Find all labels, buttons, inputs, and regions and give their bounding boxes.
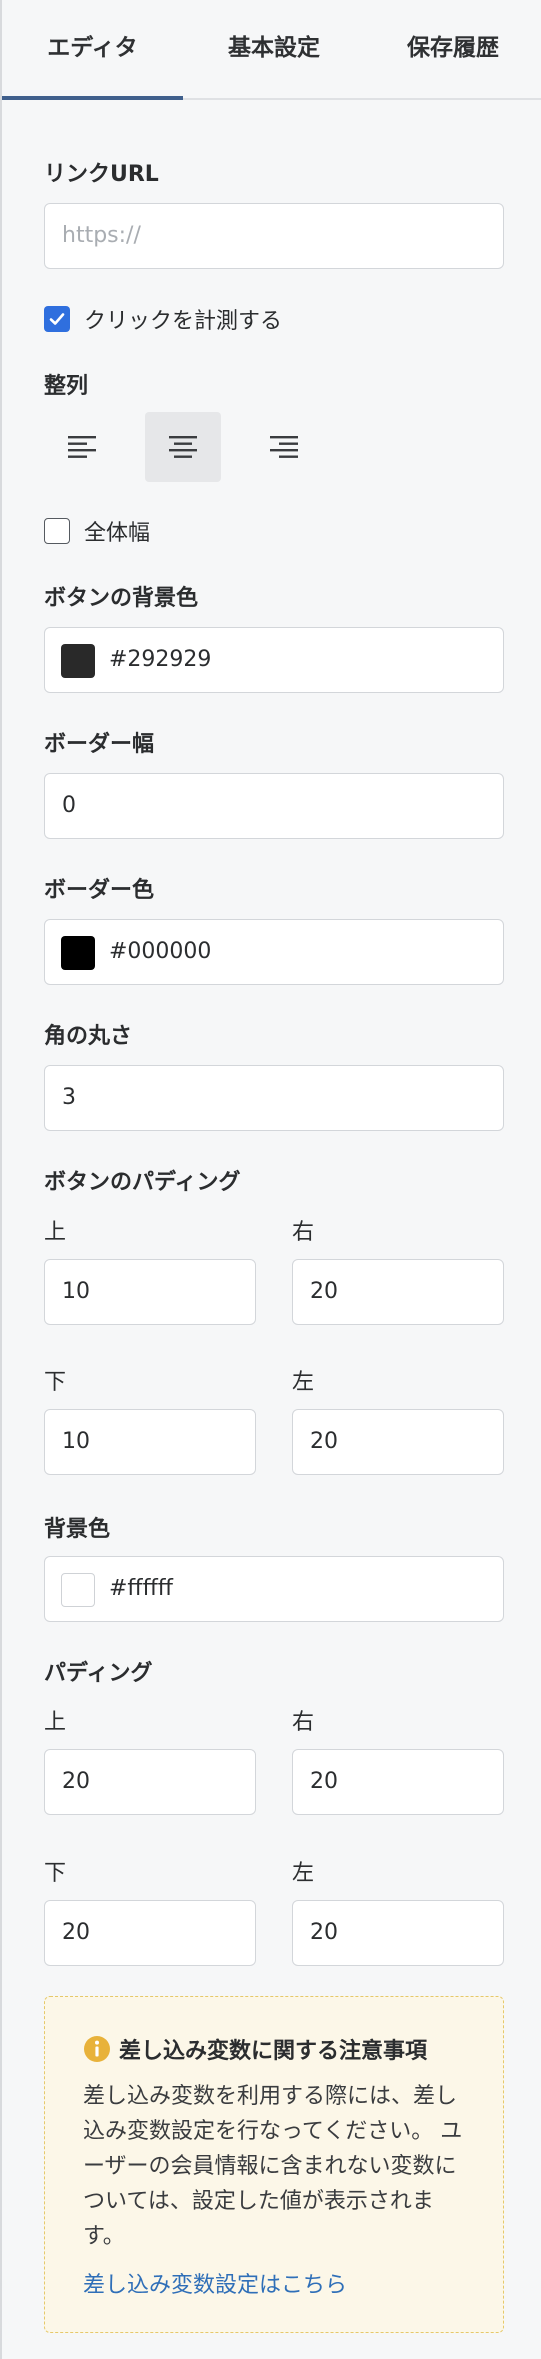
- align-center-button[interactable]: [145, 412, 221, 482]
- track-click-label: クリックを計測する: [84, 309, 283, 334]
- merge-variable-settings-link[interactable]: 差し込み変数設定はこちら: [83, 2267, 347, 2299]
- tab-editor[interactable]: エディタ: [2, 0, 183, 100]
- notice-title-row: 差し込み変数に関する注意事項: [83, 2033, 427, 2065]
- padding-left-input[interactable]: 20: [292, 1900, 504, 1966]
- padding-bottom-input[interactable]: 20: [44, 1900, 256, 1966]
- padding-top-label: 上: [44, 1710, 67, 1735]
- button-bg-swatch[interactable]: [61, 644, 95, 678]
- button-padding-top-label: 上: [44, 1220, 67, 1245]
- background-color-input[interactable]: #ffffff: [44, 1556, 504, 1622]
- radius-label: 角の丸さ: [44, 1024, 133, 1049]
- info-icon: [84, 2036, 110, 2062]
- align-left-icon: [68, 436, 96, 458]
- tab-basic-settings[interactable]: 基本設定: [183, 0, 365, 100]
- link-url-input[interactable]: https://: [44, 203, 504, 269]
- notice-body: 差し込み変数を利用する際には、差し込み変数設定を行なってください。 ユーザーの会…: [83, 2084, 463, 2249]
- button-padding-right-input[interactable]: 20: [292, 1259, 504, 1325]
- button-bg-value: #292929: [109, 647, 212, 672]
- background-color-label: 背景色: [44, 1517, 111, 1542]
- border-color-swatch[interactable]: [61, 936, 95, 970]
- tab-bar: エディタ 基本設定 保存履歴: [2, 0, 541, 100]
- button-padding-left-input[interactable]: 20: [292, 1409, 504, 1475]
- full-width-checkbox-row[interactable]: 全体幅: [44, 515, 150, 547]
- button-padding-top-input[interactable]: 10: [44, 1259, 256, 1325]
- border-width-input[interactable]: 0: [44, 773, 504, 839]
- border-color-value: #000000: [109, 939, 212, 964]
- full-width-label: 全体幅: [84, 521, 151, 546]
- button-padding-bottom-input[interactable]: 10: [44, 1409, 256, 1475]
- padding-bottom-label: 下: [44, 1861, 67, 1886]
- merge-variable-notice: 差し込み変数に関する注意事項 差し込み変数を利用する際には、差し込み変数設定を行…: [44, 1996, 504, 2333]
- align-center-icon: [169, 436, 197, 458]
- button-padding-right-label: 右: [292, 1220, 315, 1245]
- padding-right-input[interactable]: 20: [292, 1749, 504, 1815]
- background-color-value: #ffffff: [109, 1576, 173, 1601]
- align-left-button[interactable]: [44, 412, 120, 482]
- align-label: 整列: [44, 374, 89, 399]
- padding-top-input[interactable]: 20: [44, 1749, 256, 1815]
- padding-left-label: 左: [292, 1861, 315, 1886]
- button-padding-left-label: 左: [292, 1370, 315, 1395]
- border-color-input[interactable]: #000000: [44, 919, 504, 985]
- padding-label: パディング: [44, 1661, 153, 1686]
- check-icon: [49, 313, 65, 325]
- notice-title: 差し込み変数に関する注意事項: [119, 2039, 428, 2064]
- full-width-checkbox[interactable]: [44, 518, 70, 544]
- link-url-placeholder: https://: [62, 223, 141, 248]
- editor-panel: エディタ 基本設定 保存履歴 リンクURL https:// クリックを計測する…: [0, 0, 541, 2359]
- align-right-icon: [270, 436, 298, 458]
- button-bg-input[interactable]: #292929: [44, 627, 504, 693]
- tab-save-history[interactable]: 保存履歴: [365, 0, 541, 100]
- border-width-label: ボーダー幅: [44, 732, 155, 757]
- align-right-button[interactable]: [246, 412, 322, 482]
- button-padding-bottom-label: 下: [44, 1370, 67, 1395]
- radius-input[interactable]: 3: [44, 1065, 504, 1131]
- padding-right-label: 右: [292, 1710, 315, 1735]
- button-bg-label: ボタンの背景色: [44, 586, 199, 611]
- border-color-label: ボーダー色: [44, 878, 155, 903]
- background-color-swatch[interactable]: [61, 1573, 95, 1607]
- align-button-group: [44, 412, 347, 482]
- button-padding-label: ボタンのパディング: [44, 1170, 241, 1195]
- tab-active-indicator: [2, 96, 183, 100]
- track-click-checkbox[interactable]: [44, 306, 70, 332]
- track-click-checkbox-row[interactable]: クリックを計測する: [44, 303, 282, 335]
- link-url-label: リンクURL: [44, 162, 159, 187]
